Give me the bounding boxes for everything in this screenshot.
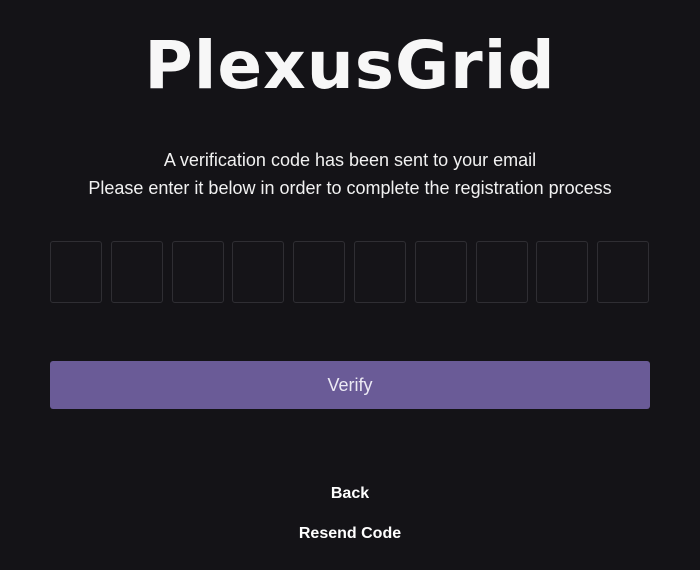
brand-logo: PlexusGrid [144, 27, 556, 104]
verify-button[interactable]: Verify [50, 361, 650, 409]
code-input-group [50, 241, 650, 305]
resend-code-link[interactable]: Resend Code [299, 525, 401, 542]
code-digit-input-1[interactable] [50, 241, 102, 303]
code-digit-input-9[interactable] [536, 241, 588, 303]
back-link-row: Back [0, 484, 700, 504]
code-digit-input-5[interactable] [293, 241, 345, 303]
code-digit-input-7[interactable] [415, 241, 467, 303]
verification-message: A verification code has been sent to you… [0, 146, 700, 202]
message-line-2: Please enter it below in order to comple… [88, 178, 612, 198]
message-line-1: A verification code has been sent to you… [163, 150, 537, 170]
code-digit-input-4[interactable] [232, 241, 284, 303]
code-digit-input-6[interactable] [354, 241, 406, 303]
back-link[interactable]: Back [331, 485, 369, 502]
code-digit-input-10[interactable] [597, 241, 649, 303]
code-digit-input-3[interactable] [172, 241, 224, 303]
code-digit-input-2[interactable] [111, 241, 163, 303]
resend-link-row: Resend Code [0, 524, 700, 544]
code-digit-input-8[interactable] [476, 241, 528, 303]
